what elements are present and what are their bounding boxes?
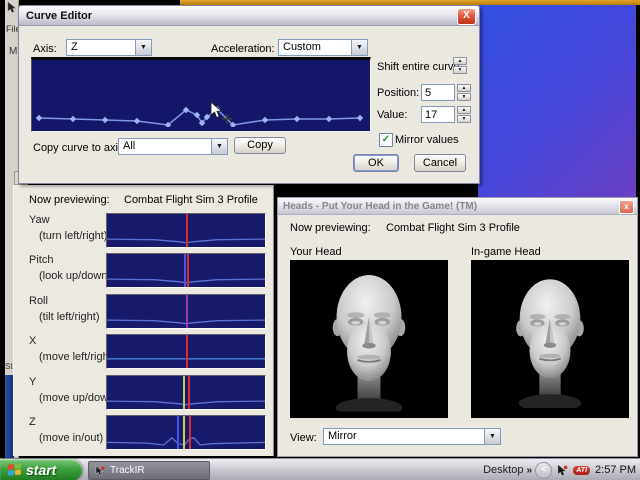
chevron-down-icon[interactable]: ▼ (135, 40, 151, 55)
heads-window-titlebar[interactable]: Heads - Put Your Head in the Game! (TM) (278, 198, 637, 215)
axis-description: (look up/down) (39, 270, 111, 282)
axis-preview-row-pitch: Pitch (look up/down) (14, 253, 273, 293)
view-label: View: (290, 432, 317, 444)
axis-name: Yaw (29, 214, 50, 226)
copy-button[interactable]: Copy (234, 137, 286, 154)
value-field[interactable] (421, 106, 455, 123)
close-icon[interactable]: X (457, 8, 476, 25)
heads-window-title: Heads - Put Your Head in the Game! (TM) (278, 201, 477, 212)
tracking-preview-panel: Now previewing: Combat Flight Sim 3 Prof… (13, 185, 274, 456)
curve-editor-titlebar[interactable]: Curve Editor (19, 6, 479, 26)
axis-description: (turn left/right) (39, 230, 107, 242)
mirror-values-checkbox[interactable]: ✓ (379, 133, 393, 147)
acceleration-dropdown[interactable]: Custom ▼ (278, 39, 368, 56)
axis-preview-row-x: X(move left/right) (14, 334, 273, 374)
taskbar: start TrackIR Desktop » < ATI 2:57 PM (0, 458, 640, 480)
profile-name: Combat Flight Sim 3 Profile (124, 194, 258, 206)
axis-description: (move left/right) (39, 351, 115, 363)
axis-response-strip (106, 253, 266, 288)
desktop-toolbar-label: Desktop (483, 464, 523, 476)
trackir-app-icon (95, 466, 105, 476)
taskbar-clock: 2:57 PM (595, 464, 636, 476)
axis-preview-row-z: Z(move in/out) (14, 415, 273, 455)
cancel-button[interactable]: Cancel (414, 154, 466, 172)
your-head-label: Your Head (290, 246, 342, 258)
axis-preview-row-yaw: Yaw (turn left/right) (14, 213, 273, 253)
position-field[interactable] (421, 84, 455, 101)
axis-name: X (29, 335, 36, 347)
ati-tray-icon[interactable]: ATI (573, 466, 590, 475)
axis-response-strip (106, 375, 266, 410)
start-button-label: start (26, 462, 56, 478)
chevron-down-icon[interactable]: ▼ (351, 40, 367, 55)
chevron-down-icon[interactable]: ▼ (211, 139, 227, 154)
desktop-toolbar[interactable]: Desktop » (483, 459, 532, 480)
ok-button[interactable]: OK (353, 154, 399, 172)
curve-editor-title: Curve Editor (19, 10, 92, 22)
trackir-tray-icon[interactable] (557, 465, 568, 476)
acceleration-dropdown-value: Custom (279, 40, 351, 55)
copy-axis-dropdown-value: All (119, 139, 211, 154)
desktop-screen: File M Sta Now previewing: Combat Flight… (0, 0, 640, 480)
curve-plot-area[interactable] (31, 57, 371, 132)
axis-preview-row-roll: Roll (tilt left/right) (14, 294, 273, 334)
axis-name: Roll (29, 295, 48, 307)
windows-logo-icon (7, 463, 22, 478)
start-button[interactable]: start (0, 459, 82, 480)
position-label: Position: (377, 87, 419, 99)
value-stepper[interactable]: ▲▼ (457, 106, 471, 123)
background-letter-fragment: M (9, 46, 17, 57)
system-tray: < ATI 2:57 PM (535, 459, 636, 480)
heads-close-button[interactable]: x (619, 200, 634, 214)
copy-axis-dropdown[interactable]: All ▼ (118, 138, 228, 155)
view-dropdown-value: Mirror (324, 429, 484, 444)
axis-label: Axis: (33, 43, 57, 55)
heads-profile-name: Combat Flight Sim 3 Profile (386, 222, 520, 234)
axis-description: (tilt left/right) (39, 311, 100, 323)
your-head-image (290, 260, 448, 418)
app-cursor-icon (7, 2, 18, 13)
taskbar-task-trackir[interactable]: TrackIR (88, 461, 210, 480)
ingame-head-label: In-game Head (471, 246, 541, 258)
ingame-head-image (471, 260, 629, 418)
axis-response-strip (106, 213, 266, 248)
axis-response-strip (106, 294, 266, 329)
curve-editor-dialog: Curve Editor X Axis: Z ▼ Acceleration: C… (18, 5, 480, 184)
toolbar-chevron-icon[interactable]: » (526, 465, 532, 476)
axis-name: Y (29, 376, 36, 388)
axis-dropdown-value: Z (67, 40, 135, 55)
axis-name: Z (29, 416, 36, 428)
shift-curve-stepper[interactable]: ▲▼ (453, 57, 467, 74)
axis-preview-row-y: Y(move up/down) (14, 375, 273, 415)
acceleration-label: Acceleration: (211, 43, 275, 55)
axis-response-strip (106, 334, 266, 369)
mirror-values-label: Mirror values (395, 134, 459, 146)
desktop-wallpaper (478, 5, 636, 197)
move-cursor-icon (210, 102, 236, 128)
now-previewing-label: Now previewing: (29, 194, 110, 206)
axis-name: Pitch (29, 254, 53, 266)
shift-curve-label: Shift entire curve: (377, 61, 463, 73)
axis-dropdown[interactable]: Z ▼ (66, 39, 152, 56)
value-label: Value: (377, 109, 407, 121)
axis-response-strip (106, 415, 266, 450)
heads-now-previewing-label: Now previewing: (290, 222, 371, 234)
position-stepper[interactable]: ▲▼ (457, 84, 471, 101)
heads-window: Heads - Put Your Head in the Game! (TM) … (277, 197, 638, 457)
copy-axis-label: Copy curve to axis: (33, 142, 127, 154)
taskbar-task-label: TrackIR (110, 465, 145, 476)
chevron-down-icon[interactable]: ▼ (484, 429, 500, 444)
view-dropdown[interactable]: Mirror ▼ (323, 428, 501, 445)
axis-description: (move in/out) (39, 432, 103, 444)
hide-tray-icons-button[interactable]: < (535, 462, 552, 479)
